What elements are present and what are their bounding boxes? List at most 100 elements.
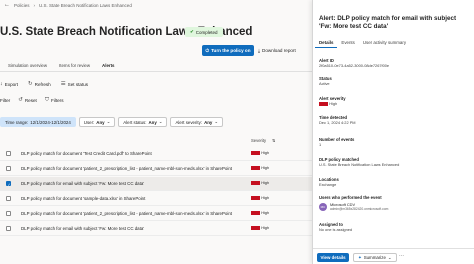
field-value: 1: [319, 142, 322, 148]
filters-button[interactable]: ⛉ Filters: [44, 97, 64, 104]
filters-label: Filters: [50, 98, 64, 104]
alert-status-filter[interactable]: Alert status: Any ⌄: [118, 117, 168, 127]
set-status-icon: ☰: [60, 81, 66, 87]
alert-severity-filter[interactable]: Alert severity: Any ⌄: [170, 117, 224, 127]
turn-policy-on-label: Turn the policy on: [211, 48, 251, 53]
turn-policy-on-button[interactable]: ⏻ Turn the policy on: [202, 45, 254, 56]
filter-funnel-icon: ⛉: [44, 97, 49, 103]
row-checkbox[interactable]: [6, 226, 11, 231]
field-value: U.S. State Breach Notification Laws Enha…: [319, 162, 400, 168]
row-name: DLP policy match for document 'sample-da…: [21, 196, 146, 201]
filter-toolbar: Filter ↺ Reset ⛉ Filters: [0, 97, 64, 104]
check-circle-icon: ✔: [190, 29, 194, 34]
row-name: DLP policy match for email with subject …: [21, 181, 145, 186]
time-range-label: Time range:: [5, 119, 29, 125]
table-row[interactable]: DLP policy match for document 'patient_2…: [0, 162, 312, 176]
severity-indicator: High: [251, 196, 269, 200]
time-range-filter[interactable]: Time range: 12/1/2024-12/1/2024: [0, 117, 76, 127]
export-button[interactable]: ↓ Export: [0, 81, 19, 88]
row-name: DLP policy match for document 'patient_2…: [21, 166, 232, 171]
severity-label: High: [261, 196, 269, 200]
back-arrow-icon[interactable]: ←: [4, 2, 10, 8]
tab-details[interactable]: Details: [315, 38, 338, 48]
row-checkbox-checked[interactable]: [6, 181, 11, 187]
table-header: Severity ⇅: [0, 137, 312, 146]
field-value: No one is assigned: [319, 227, 353, 233]
field-dlp-policy-matched: DLP policy matched U.S. State Breach Not…: [319, 157, 399, 167]
tab-events[interactable]: Events: [337, 38, 358, 48]
row-checkbox[interactable]: [6, 151, 11, 156]
reset-button[interactable]: ↺ Reset: [18, 97, 37, 104]
status-badge-label: Completed: [195, 29, 218, 35]
field-users: Users who performed the event: [319, 195, 382, 200]
row-checkbox[interactable]: [6, 196, 11, 201]
download-report-button[interactable]: ⤓ Download report: [258, 45, 296, 56]
field-key: Users who performed the event: [319, 195, 382, 200]
sort-icon[interactable]: ⇅: [272, 138, 276, 143]
breadcrumb-policies[interactable]: Policies: [14, 3, 30, 8]
table-row[interactable]: DLP policy match for document 'Test Cred…: [0, 147, 312, 161]
table-row[interactable]: DLP policy match for email with subject …: [0, 222, 312, 236]
user-entry[interactable]: MC Microsoft CDV admin@m365x282420.onmic…: [319, 202, 388, 211]
refresh-icon: ↻: [28, 81, 33, 87]
severity-indicator: High: [251, 181, 269, 185]
power-icon: ⏻: [205, 48, 210, 53]
tab-user-activity-summary[interactable]: User activity summary: [359, 38, 410, 48]
field-value: Exchange: [319, 182, 337, 188]
field-value: Dec 1, 2024 4:22 PM: [319, 120, 356, 126]
user-email: admin@m365x282420.onmicrosoft.com: [330, 207, 389, 211]
refresh-button[interactable]: ↻ Refresh: [28, 81, 51, 88]
user-filter-label: User:: [83, 119, 95, 125]
severity-label: High: [261, 151, 269, 155]
alert-severity-value: Any: [204, 119, 213, 125]
field-value: 2f0a510-0e73-4a52-3000-08de7267f00e: [319, 63, 390, 69]
user-filter[interactable]: User: Any ⌄: [78, 117, 116, 127]
set-status-label: Set status: [67, 82, 89, 88]
table-row-selected[interactable]: DLP policy match for email with subject …: [0, 177, 312, 191]
export-label: Export: [4, 82, 19, 88]
severity-label: High: [261, 166, 269, 170]
severity-label: High: [261, 211, 269, 215]
alert-status-label: Alert status:: [123, 119, 147, 125]
set-status-button[interactable]: ☰ Set status: [60, 81, 89, 88]
policy-page: ← Policies › U.S. State Breach Notificat…: [0, 0, 312, 264]
field-locations: Locations Exchange: [319, 177, 339, 187]
view-details-button[interactable]: View details: [317, 253, 349, 262]
alert-status-value: Any: [148, 119, 157, 125]
panel-tabs: Details Events User activity summary: [315, 38, 410, 48]
severity-bars-icon: [251, 226, 260, 230]
row-name: DLP policy match for document 'patient_2…: [21, 211, 232, 216]
severity-bars-icon: [319, 101, 328, 106]
severity-label: High: [329, 101, 338, 107]
filter-label: Filter: [0, 98, 11, 104]
field-value: Active: [319, 81, 330, 87]
time-range-value: 12/1/2024-12/1/2024: [30, 119, 71, 125]
reset-label: Reset: [24, 98, 37, 104]
copilot-icon: ✦: [358, 254, 362, 260]
field-assigned-to: Assigned to No one is assigned: [319, 222, 352, 232]
field-number-of-events: Number of events 1: [319, 137, 354, 147]
more-options-icon[interactable]: ⋯: [399, 253, 404, 259]
filter-button[interactable]: Filter: [0, 98, 10, 103]
avatar: MC: [319, 202, 327, 211]
row-checkbox[interactable]: [6, 166, 11, 171]
row-name: DLP policy match for email with subject …: [21, 226, 145, 231]
row-checkbox[interactable]: [6, 211, 11, 216]
severity-indicator: High: [251, 151, 269, 155]
tabs-divider: [0, 71, 312, 72]
summarize-button[interactable]: ✦ Summarize ⌄: [353, 253, 397, 262]
export-icon: ↓: [0, 81, 3, 87]
user-info: Microsoft CDV admin@m365x282420.onmicros…: [330, 202, 388, 211]
chevron-down-icon: ⌄: [214, 119, 219, 124]
severity-indicator: High: [251, 166, 269, 170]
row-name: DLP policy match for document 'Test Cred…: [21, 151, 152, 156]
chevron-down-icon: ⌄: [106, 119, 111, 124]
table-row[interactable]: DLP policy match for document 'patient_2…: [0, 207, 312, 221]
field-time-detected: Time detected Dec 1, 2024 4:22 PM: [319, 115, 356, 125]
table-row[interactable]: DLP policy match for document 'sample-da…: [0, 192, 312, 206]
severity-bars-icon: [251, 151, 260, 155]
severity-bars-icon: [251, 211, 260, 215]
column-severity[interactable]: Severity: [251, 138, 266, 143]
field-status: Status Active: [319, 76, 332, 86]
refresh-label: Refresh: [34, 82, 51, 88]
